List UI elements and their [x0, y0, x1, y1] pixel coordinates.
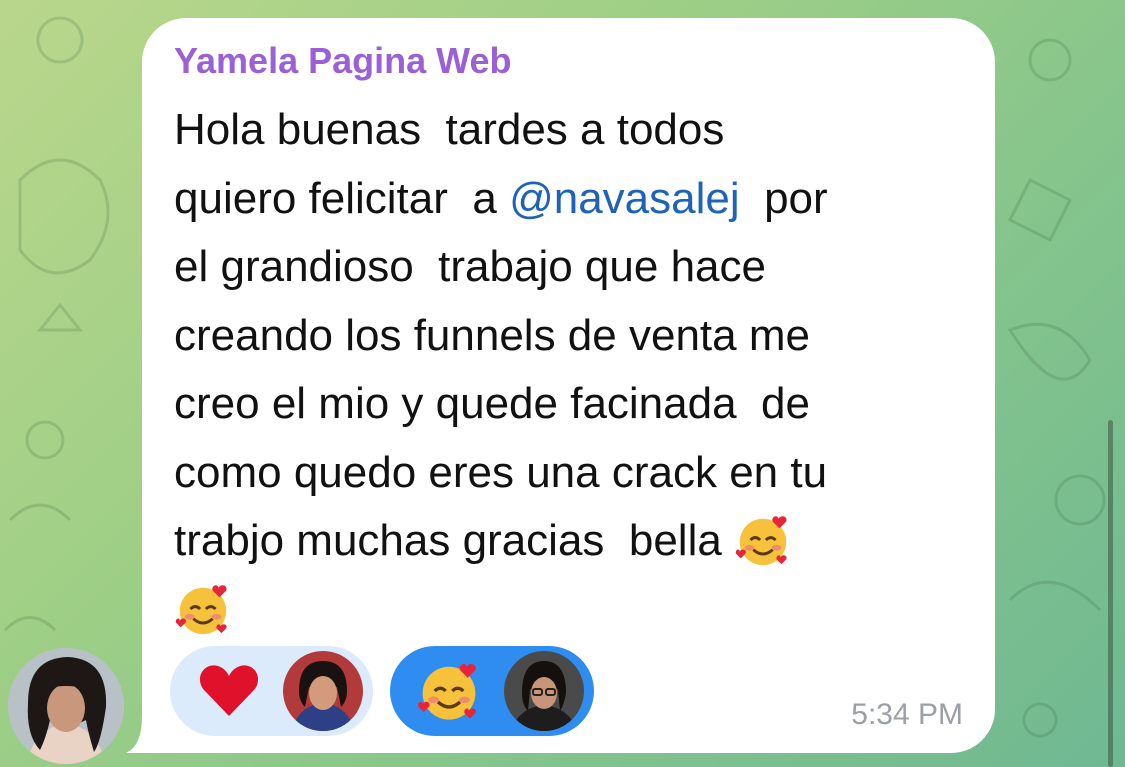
message-bubble[interactable]: Yamela Pagina Web Hola buenas tardes a t…: [142, 18, 995, 753]
reaction-heart-button[interactable]: [170, 646, 373, 736]
mention-link[interactable]: @navasalej: [509, 174, 740, 223]
smiling-face-with-hearts-icon: [735, 516, 787, 566]
smiling-face-with-hearts-icon: [175, 584, 227, 634]
reactor-avatar[interactable]: [283, 651, 363, 731]
message-line: Hola buenas tardes a todos: [174, 105, 725, 154]
sender-name[interactable]: Yamela Pagina Web: [174, 40, 511, 82]
message-line: trabjo muchas gracias bella: [174, 516, 792, 566]
reactor-avatar[interactable]: [504, 651, 584, 731]
message-line: como quedo eres una crack en tu: [174, 447, 828, 497]
scrollbar[interactable]: [1108, 420, 1113, 767]
smiling-face-with-hearts-icon: [418, 663, 476, 720]
message-line: quiero felicitar a @navasalej por: [174, 173, 828, 223]
message-line: el grandioso trabajo que hace: [174, 242, 766, 291]
message-text: Hola buenas tardes a todos quiero felici…: [174, 96, 974, 644]
reaction-love-button[interactable]: [390, 646, 594, 736]
sender-avatar[interactable]: [8, 648, 124, 764]
message-line: creando los funnels de venta me: [174, 310, 810, 360]
red-heart-icon: [199, 665, 259, 716]
message-timestamp: 5:34 PM: [851, 698, 963, 731]
message-line: [174, 584, 232, 634]
message-line: creo el mio y quede facinada de: [174, 379, 810, 428]
